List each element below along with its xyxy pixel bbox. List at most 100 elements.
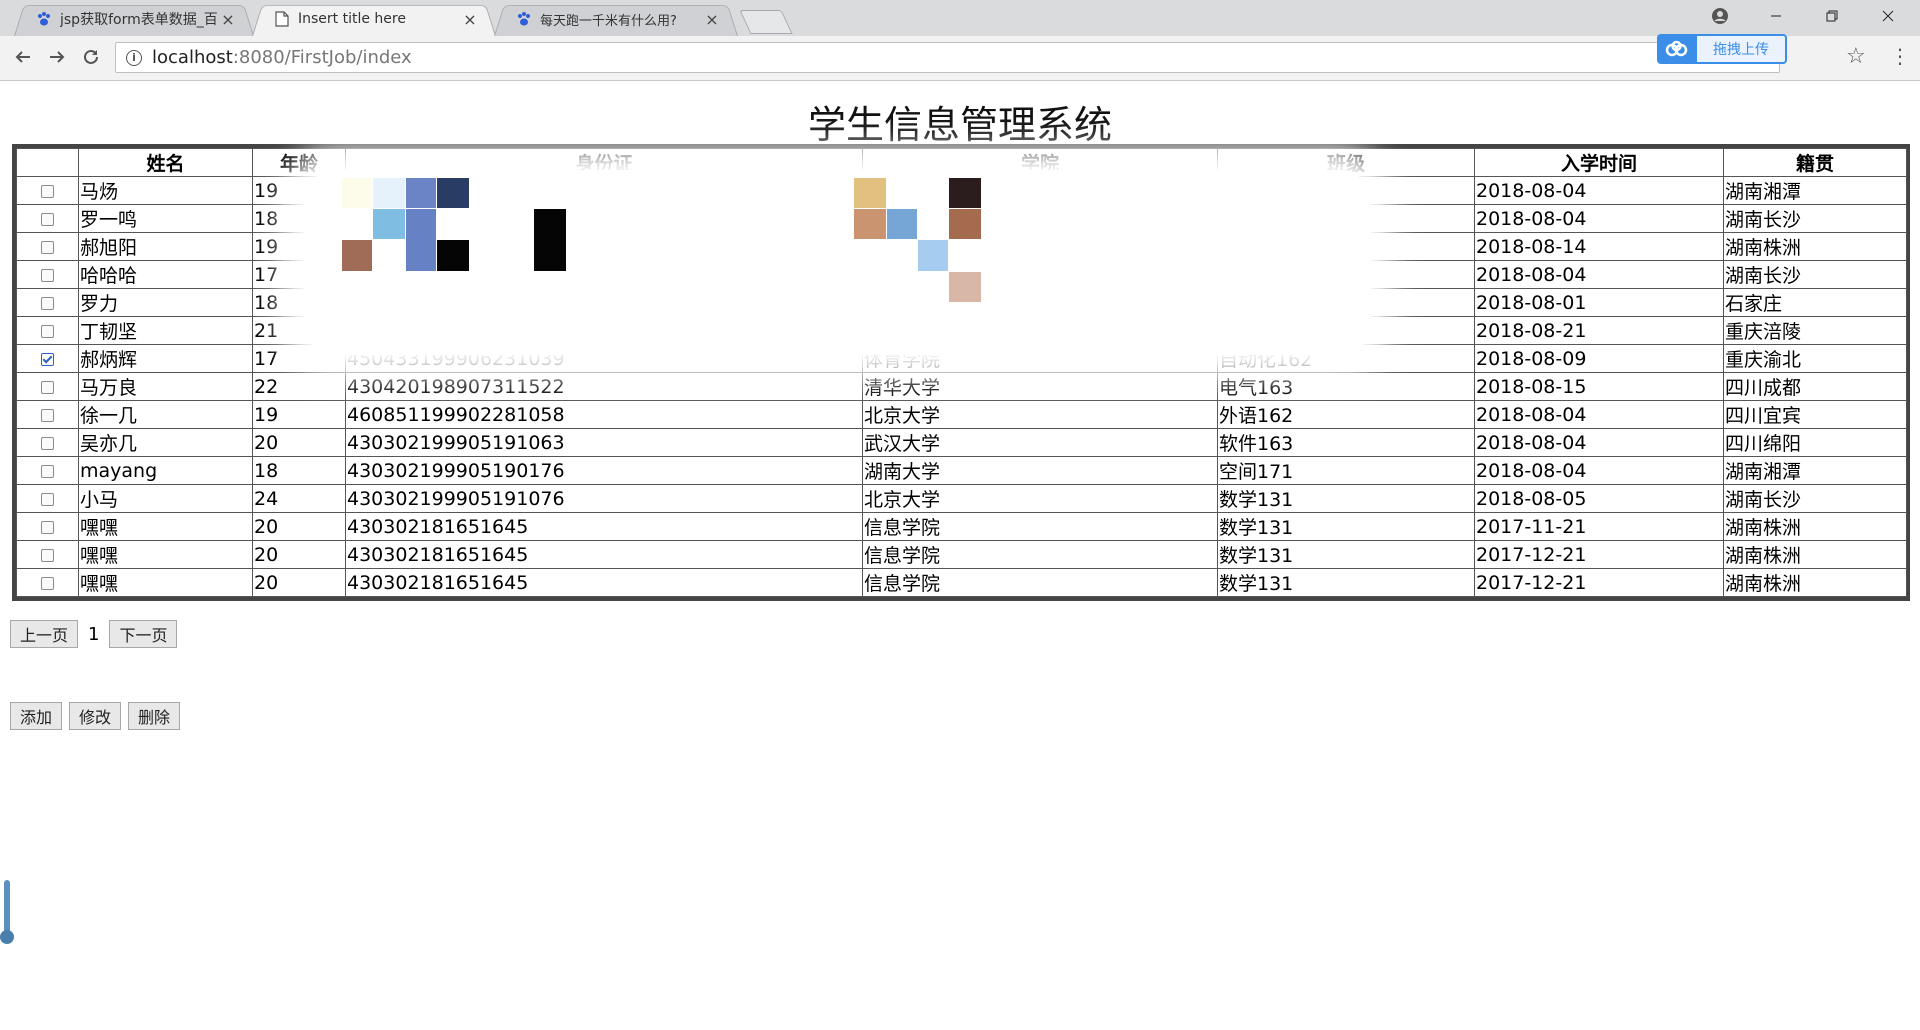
cell-select (16, 428, 79, 457)
new-tab-button[interactable] (739, 10, 793, 34)
profile-icon[interactable] (1692, 0, 1748, 32)
cell-select (16, 400, 79, 429)
header-select (16, 148, 79, 177)
cell-name: 嘿嘿 (78, 568, 253, 597)
tab-close-icon[interactable]: × (462, 10, 478, 29)
cell-id-card: 430302199905190176 (345, 456, 863, 485)
next-page-button[interactable]: 下一页 (109, 620, 178, 648)
tab-close-icon[interactable]: × (220, 10, 236, 29)
delete-button[interactable]: 删除 (128, 702, 181, 730)
cell-id-card: 460851199902281058 (345, 400, 863, 429)
volume-slider-knob[interactable] (0, 930, 14, 944)
cell-class: 外语162 (1217, 400, 1475, 429)
forward-icon[interactable] (42, 42, 72, 72)
row-checkbox[interactable] (41, 184, 54, 198)
prev-page-button[interactable]: 上一页 (10, 620, 79, 648)
cell-age: 20 (252, 512, 346, 541)
baidu-upload-widget[interactable]: 拖拽上传 (1657, 34, 1787, 64)
tab-insert-title[interactable]: Insert title here × (252, 2, 496, 36)
cell-age: 20 (252, 568, 346, 597)
cell-name: 吴亦几 (78, 428, 253, 457)
cell-age: 24 (252, 484, 346, 513)
row-checkbox[interactable] (41, 408, 54, 422)
cell-college: 信息学院 (862, 540, 1218, 569)
row-checkbox[interactable] (41, 352, 54, 366)
cell-enroll-date: 2017-11-21 (1474, 512, 1724, 541)
minimize-icon[interactable] (1748, 0, 1804, 32)
menu-dots-icon[interactable]: ⋮ (1890, 44, 1910, 68)
row-checkbox[interactable] (41, 212, 54, 226)
edit-button[interactable]: 修改 (69, 702, 122, 730)
cell-select (16, 568, 79, 597)
cell-select (16, 204, 79, 233)
current-page-number: 1 (88, 623, 100, 645)
cell-name: mayang (78, 456, 253, 485)
header-enroll-date: 入学时间 (1474, 148, 1724, 177)
address-bar[interactable]: i localhost:8080/FirstJob/index (115, 42, 1780, 73)
pagination: 上一页 1 下一页 (10, 620, 178, 648)
cell-class: 空间171 (1217, 456, 1475, 485)
tab-label: jsp获取form表单数据_百 (60, 12, 218, 28)
row-checkbox[interactable] (41, 520, 54, 534)
cell-origin: 重庆涪陵 (1723, 316, 1907, 345)
tab-jsp-form[interactable]: jsp获取form表单数据_百 × (14, 2, 254, 36)
cell-enroll-date: 2018-08-05 (1474, 484, 1724, 513)
cell-enroll-date: 2018-08-04 (1474, 204, 1724, 233)
upload-label: 拖拽上传 (1697, 34, 1787, 64)
row-checkbox[interactable] (41, 492, 54, 506)
cell-origin: 湖南株洲 (1723, 232, 1907, 261)
cell-id-card: 430302199905191076 (345, 484, 863, 513)
add-button[interactable]: 添加 (10, 702, 63, 730)
row-checkbox[interactable] (41, 324, 54, 338)
row-checkbox[interactable] (41, 268, 54, 282)
cell-id-card: 430302181651645 (345, 512, 863, 541)
cell-class: 数学131 (1217, 484, 1475, 513)
table-row: 徐一几 19 460851199902281058 北京大学 外语162 2018-08-… (16, 400, 1907, 429)
row-checkbox[interactable] (41, 464, 54, 478)
page-title: 学生信息管理系统 (807, 103, 1112, 147)
restore-icon[interactable] (1804, 0, 1860, 32)
table-row: 小马 24 430302199905191076 北京大学 数学131 2018-08-0… (16, 484, 1907, 513)
row-checkbox[interactable] (41, 296, 54, 310)
cell-id-card: 430302181651645 (345, 540, 863, 569)
cell-name: 徐一几 (78, 400, 253, 429)
cell-origin: 湖南株洲 (1723, 512, 1907, 541)
cell-class: 数学131 (1217, 568, 1475, 597)
bookmark-star-icon[interactable]: ☆ (1846, 44, 1866, 69)
cell-name: 罗力 (78, 288, 253, 317)
row-checkbox[interactable] (41, 380, 54, 394)
tab-close-icon[interactable]: × (704, 10, 720, 29)
cell-name: 嘿嘿 (78, 512, 253, 541)
row-checkbox[interactable] (41, 576, 54, 590)
back-icon[interactable] (8, 42, 38, 72)
cell-college: 信息学院 (862, 512, 1218, 541)
cell-class: 软件163 (1217, 428, 1475, 457)
cell-college: 武汉大学 (862, 428, 1218, 457)
cell-enroll-date: 2018-08-21 (1474, 316, 1724, 345)
cell-enroll-date: 2018-08-04 (1474, 176, 1724, 205)
row-checkbox[interactable] (41, 436, 54, 450)
reload-icon[interactable] (76, 42, 106, 72)
row-checkbox[interactable] (41, 240, 54, 254)
cell-age: 20 (252, 428, 346, 457)
cell-origin: 重庆渝北 (1723, 344, 1907, 373)
cell-origin: 四川宜宾 (1723, 400, 1907, 429)
row-checkbox[interactable] (41, 548, 54, 562)
cell-select (16, 176, 79, 205)
close-window-icon[interactable] (1860, 0, 1916, 32)
cell-enroll-date: 2018-08-14 (1474, 232, 1724, 261)
cell-class: 数学131 (1217, 540, 1475, 569)
url-host: localhost (152, 47, 233, 68)
cell-id-card: 430302199905191063 (345, 428, 863, 457)
cell-class: 电气163 (1217, 372, 1475, 401)
cell-origin: 四川绵阳 (1723, 428, 1907, 457)
cell-age: 18 (252, 456, 346, 485)
cell-origin: 湖南长沙 (1723, 260, 1907, 289)
site-info-icon[interactable]: i (126, 49, 142, 66)
cell-name: 罗一鸣 (78, 204, 253, 233)
table-row: 马万良 22 430420198907311522 清华大学 电气163 2018-08-… (16, 372, 1907, 401)
page-icon (274, 11, 290, 27)
tab-running[interactable]: 每天跑一千米有什么用? × (494, 2, 738, 36)
table-row: 嘿嘿 20 430302181651645 信息学院 数学131 2017-11-21 湖南… (16, 512, 1907, 541)
cell-name: 丁韧坚 (78, 316, 253, 345)
